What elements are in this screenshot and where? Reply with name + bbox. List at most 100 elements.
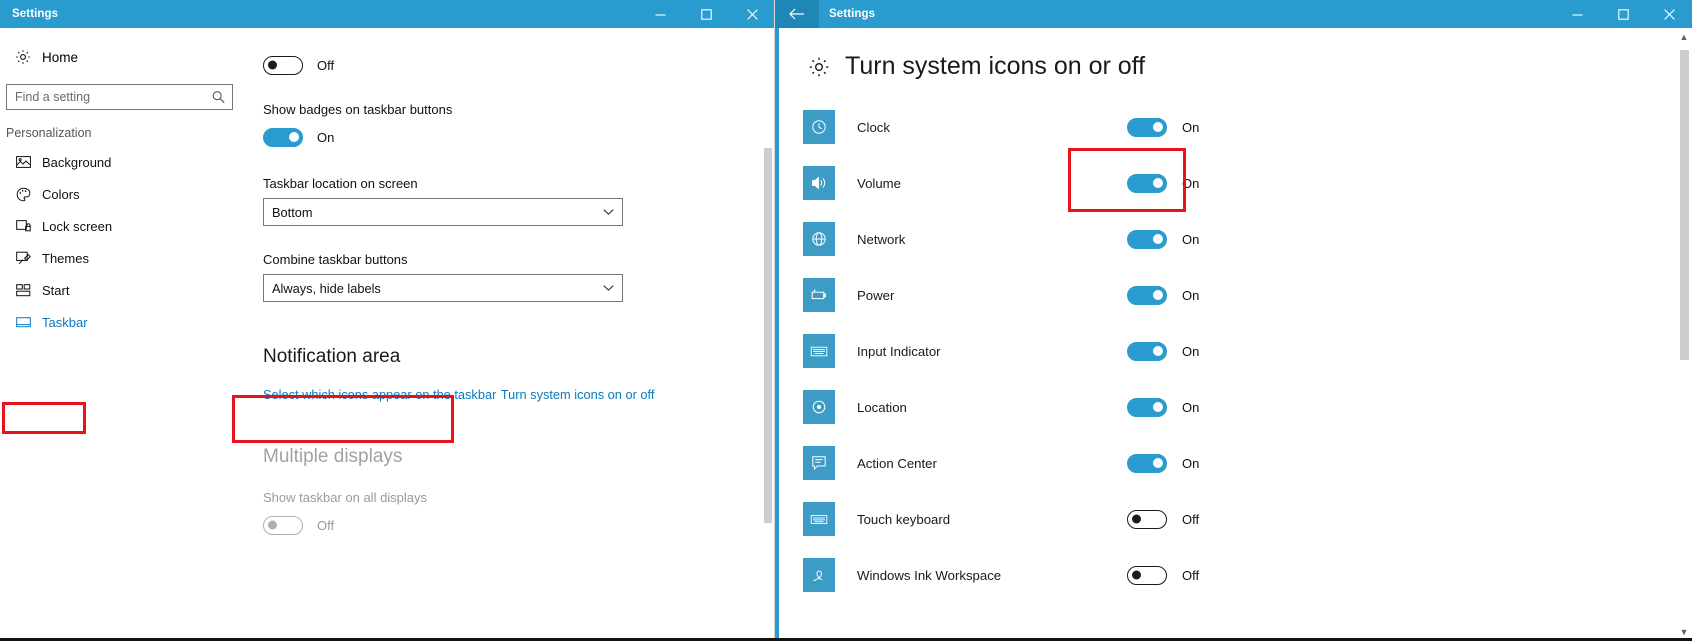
top-toggle[interactable] (263, 56, 303, 75)
taskbar-icon (8, 316, 38, 329)
system-icon-label: Clock (857, 120, 1127, 135)
system-icon-label: Volume (857, 176, 1127, 191)
select-icons-link[interactable]: Select which icons appear on the taskbar (263, 387, 496, 402)
left-window-body: Home Personalization Background (0, 28, 775, 641)
sidebar-item-colors[interactable]: Colors (0, 178, 253, 210)
left-window-title: Settings (12, 8, 58, 20)
system-icon-toggle-wrap: On (1127, 286, 1199, 305)
sidebar-item-label: Start (42, 283, 69, 298)
close-button[interactable] (729, 0, 775, 28)
right-scrollbar-thumb[interactable] (1680, 50, 1689, 360)
system-icon-row-touch-keyboard: Touch keyboard Off (803, 491, 1692, 547)
system-icon-row-windows-ink: Windows Ink Workspace Off (803, 547, 1692, 603)
minimize-button[interactable] (637, 0, 683, 28)
search-input[interactable] (7, 85, 232, 109)
start-icon (8, 284, 38, 297)
system-icons-list: Clock On Volume (803, 99, 1692, 603)
system-icon-row-clock: Clock On (803, 99, 1692, 155)
gear-icon (803, 56, 835, 78)
show-badges-state: On (317, 130, 334, 145)
touch-keyboard-toggle-state: Off (1182, 512, 1199, 527)
settings-window-left: Settings (0, 0, 775, 641)
system-icon-row-action-center: Action Center On (803, 435, 1692, 491)
system-icon-toggle-wrap: On (1127, 118, 1199, 137)
location-toggle[interactable] (1127, 398, 1167, 417)
system-icon-row-location: Location On (803, 379, 1692, 435)
left-scrollbar-thumb[interactable] (764, 148, 772, 523)
system-icon-label: Location (857, 400, 1127, 415)
system-icon-row-input-indicator: Input Indicator On (803, 323, 1692, 379)
top-toggle-state: Off (317, 58, 334, 73)
system-icon-label: Network (857, 232, 1127, 247)
left-content-pane: Off Show badges on taskbar buttons On Ta… (253, 28, 775, 641)
input-indicator-toggle[interactable] (1127, 342, 1167, 361)
sidebar-item-themes[interactable]: Themes (0, 242, 253, 274)
sidebar-item-lock-screen[interactable]: Lock screen (0, 210, 253, 242)
combine-buttons-value: Always, hide labels (272, 281, 381, 296)
network-toggle[interactable] (1127, 230, 1167, 249)
system-icon-label: Input Indicator (857, 344, 1127, 359)
search-icon (212, 91, 225, 104)
clock-toggle[interactable] (1127, 118, 1167, 137)
chevron-down-icon (603, 209, 614, 216)
close-button[interactable] (1646, 0, 1692, 28)
action-center-icon (803, 446, 835, 480)
sidebar-item-home[interactable]: Home (0, 40, 253, 74)
system-icon-toggle-wrap: On (1127, 342, 1199, 361)
volume-icon (803, 166, 835, 200)
minimize-button[interactable] (1554, 0, 1600, 28)
lock-screen-icon (8, 219, 38, 233)
taskbar-location-value: Bottom (272, 205, 313, 220)
top-toggle-row: Off (263, 52, 775, 78)
network-icon (803, 222, 835, 256)
system-icon-label: Action Center (857, 456, 1127, 471)
system-icon-label: Touch keyboard (857, 512, 1127, 527)
location-icon (803, 390, 835, 424)
chevron-down-icon (603, 285, 614, 292)
scroll-up-icon[interactable]: ▲ (1676, 28, 1692, 46)
sidebar-item-label: Taskbar (42, 315, 88, 330)
sidebar-item-background[interactable]: Background (0, 146, 253, 178)
system-icon-toggle-wrap: On (1127, 230, 1199, 249)
turn-system-icons-link[interactable]: Turn system icons on or off (501, 387, 655, 402)
right-window-body: Turn system icons on or off Clock On (775, 28, 1692, 641)
system-icon-toggle-wrap: Off (1127, 510, 1199, 529)
system-icon-label: Windows Ink Workspace (857, 568, 1127, 583)
volume-toggle-state: On (1182, 176, 1199, 191)
show-badges-toggle[interactable] (263, 128, 303, 147)
touch-keyboard-toggle[interactable] (1127, 510, 1167, 529)
sidebar: Home Personalization Background (0, 28, 253, 641)
system-icon-toggle-wrap: On (1127, 398, 1199, 417)
combine-buttons-select[interactable]: Always, hide labels (263, 274, 623, 302)
screen: Settings (0, 0, 1692, 641)
right-titlebar: Settings (775, 0, 1692, 28)
show-taskbar-all-displays-toggle[interactable] (263, 516, 303, 535)
show-taskbar-all-displays-state: Off (317, 518, 334, 533)
sidebar-item-taskbar[interactable]: Taskbar (0, 306, 253, 338)
left-scrollbar[interactable] (761, 28, 775, 641)
network-toggle-state: On (1182, 232, 1199, 247)
power-battery-icon (803, 278, 835, 312)
system-icon-label: Power (857, 288, 1127, 303)
sidebar-item-start[interactable]: Start (0, 274, 253, 306)
input-indicator-icon (803, 334, 835, 368)
search-box[interactable] (6, 84, 233, 110)
power-toggle[interactable] (1127, 286, 1167, 305)
right-scrollbar[interactable]: ▲ ▼ (1676, 28, 1692, 641)
page-title: Turn system icons on or off (845, 54, 1145, 79)
back-button[interactable] (775, 0, 819, 28)
taskbar-location-select[interactable]: Bottom (263, 198, 623, 226)
windows-ink-toggle[interactable] (1127, 566, 1167, 585)
show-badges-row: On (263, 124, 775, 150)
gear-icon (8, 49, 38, 65)
maximize-button[interactable] (1600, 0, 1646, 28)
volume-toggle[interactable] (1127, 174, 1167, 193)
system-icon-row-volume: Volume On (803, 155, 1692, 211)
maximize-button[interactable] (683, 0, 729, 28)
right-window-title: Settings (829, 8, 875, 20)
action-center-toggle-state: On (1182, 456, 1199, 471)
sidebar-item-label: Themes (42, 251, 89, 266)
windows-ink-toggle-state: Off (1182, 568, 1199, 583)
right-content-pane: Turn system icons on or off Clock On (775, 28, 1692, 641)
action-center-toggle[interactable] (1127, 454, 1167, 473)
